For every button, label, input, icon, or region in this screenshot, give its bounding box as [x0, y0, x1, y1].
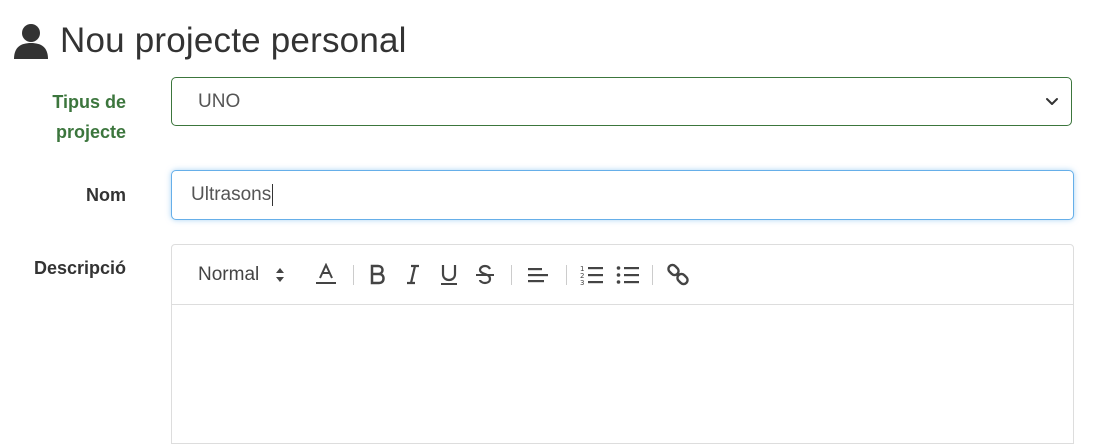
header-format-label: Normal — [198, 264, 260, 285]
underline-icon — [441, 265, 457, 285]
strike-button[interactable] — [472, 262, 498, 288]
project-type-label-line1: Tipus de — [52, 92, 126, 112]
link-button[interactable] — [664, 262, 692, 288]
bold-button[interactable] — [364, 262, 390, 288]
strike-icon — [476, 264, 494, 285]
align-icon — [528, 268, 548, 283]
chevron-down-icon — [1046, 98, 1058, 105]
bold-icon — [370, 264, 385, 285]
description-editor: Normal 1 2 3 — [171, 244, 1074, 444]
toolbar-separator — [353, 265, 354, 285]
underline-button[interactable] — [436, 262, 462, 288]
svg-text:3: 3 — [580, 279, 584, 286]
user-icon — [14, 24, 48, 59]
toolbar-separator — [511, 265, 512, 285]
name-input[interactable]: Ultrasons — [171, 170, 1074, 220]
name-value-text: Ultrasons — [191, 184, 272, 205]
bullet-list-button[interactable] — [614, 262, 642, 288]
bullet-list-icon — [616, 266, 639, 284]
text-color-button[interactable] — [312, 262, 340, 288]
align-button[interactable] — [524, 262, 552, 288]
editor-toolbar: Normal 1 2 3 — [172, 245, 1073, 305]
project-type-select[interactable]: UNO — [171, 77, 1072, 126]
page-title: Nou projecte personal — [60, 21, 407, 60]
project-type-label: Tipus de projecte — [0, 87, 126, 147]
name-input-value: Ultrasons — [191, 183, 274, 206]
up-down-arrows-icon — [276, 268, 285, 282]
name-label: Nom — [86, 185, 126, 205]
description-label: Descripció — [33, 258, 126, 278]
italic-button[interactable] — [400, 262, 426, 288]
ordered-list-icon: 1 2 3 — [580, 265, 603, 286]
text-caret — [272, 183, 274, 206]
description-editor-content[interactable] — [172, 305, 1073, 445]
toolbar-separator — [566, 265, 567, 285]
project-type-selected-value: UNO — [198, 90, 241, 112]
text-color-icon — [316, 263, 336, 284]
header-format-select[interactable]: Normal — [198, 262, 298, 288]
toolbar-separator — [652, 265, 653, 285]
page-header: Nou projecte personal — [12, 17, 407, 65]
project-type-label-line2: projecte — [55, 122, 126, 142]
italic-icon — [407, 264, 419, 285]
ordered-list-button[interactable]: 1 2 3 — [578, 262, 606, 288]
link-icon — [667, 263, 689, 286]
